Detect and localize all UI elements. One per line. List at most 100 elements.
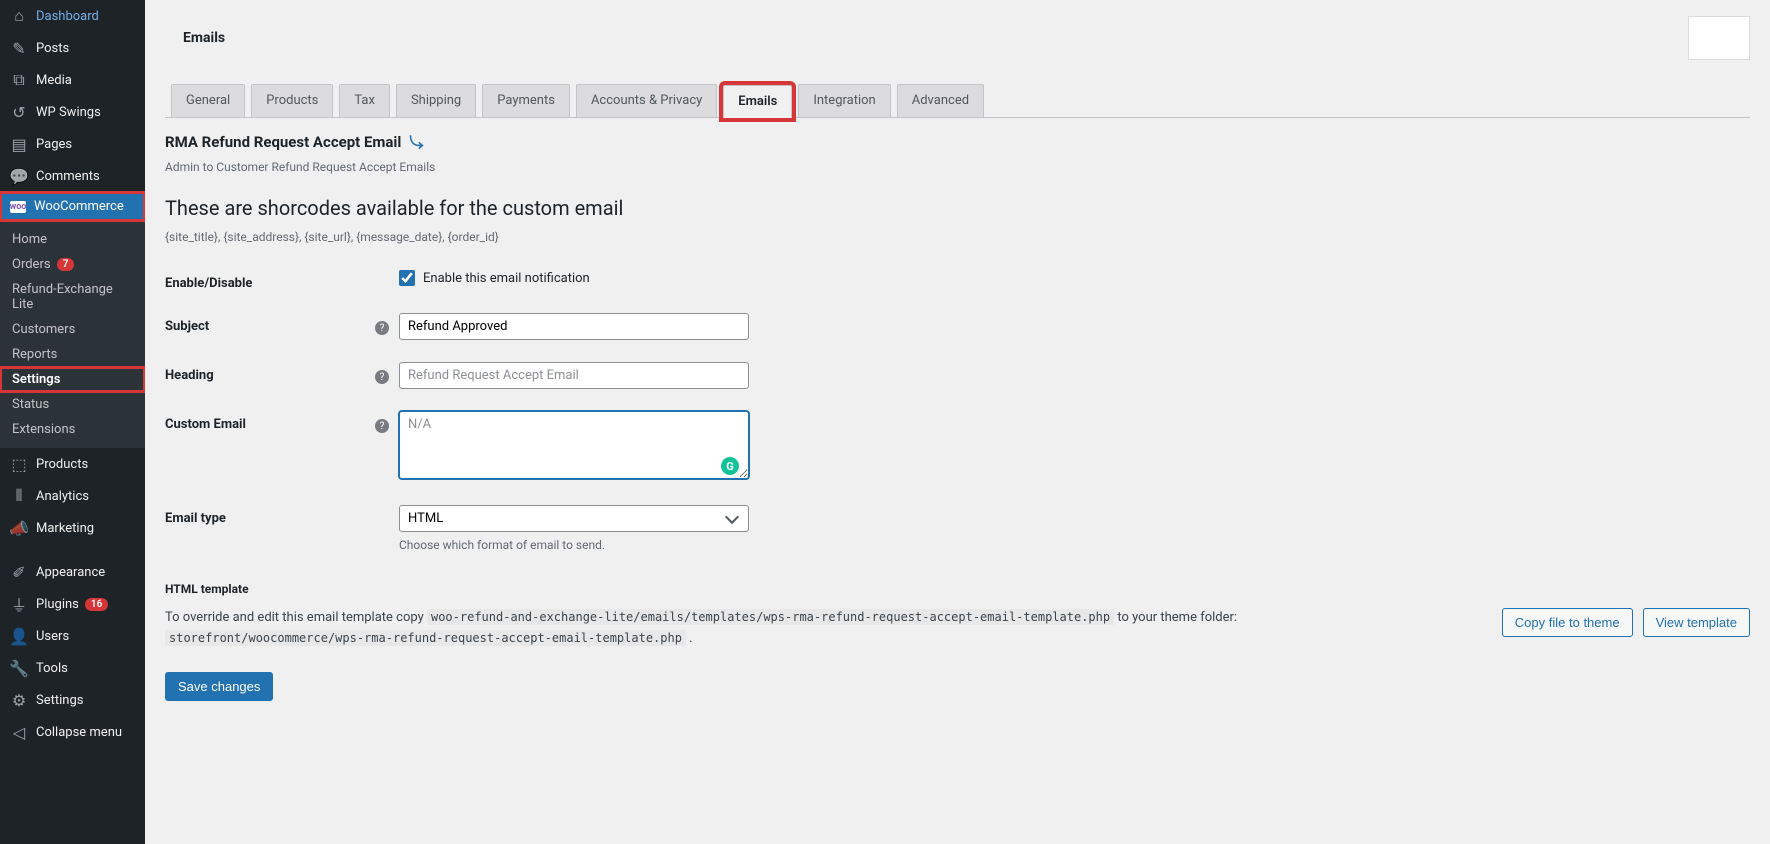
sidebar-sub-settings[interactable]: Settings: [0, 367, 145, 392]
tab-products[interactable]: Products: [251, 84, 333, 117]
sidebar-sub-extensions[interactable]: Extensions: [0, 417, 145, 442]
pages-icon: ▤: [10, 135, 28, 153]
grammarly-icon[interactable]: G: [721, 457, 739, 475]
sidebar-item-comments[interactable]: 💬 Comments: [0, 160, 145, 192]
users-icon: 👤: [10, 627, 28, 645]
plugins-badge: 16: [85, 598, 108, 611]
sidebar-item-label: Media: [36, 73, 72, 88]
dashboard-icon: ⌂: [10, 7, 28, 25]
sidebar-item-wpswings[interactable]: ↺ WP Swings: [0, 96, 145, 128]
sidebar-item-woocommerce[interactable]: wooWooCommerce: [0, 192, 145, 221]
enable-checkbox-label: Enable this email notification: [423, 271, 590, 286]
sidebar-item-label: Marketing: [36, 521, 94, 536]
appearance-icon: ✐: [10, 563, 28, 581]
sidebar-item-pages[interactable]: ▤ Pages: [0, 128, 145, 160]
sidebar-item-collapse[interactable]: ◁ Collapse menu: [0, 716, 145, 748]
products-icon: ⬚: [10, 455, 28, 473]
template-heading: HTML template: [165, 582, 1750, 596]
sidebar-item-analytics[interactable]: ⫴ Analytics: [0, 480, 145, 512]
tab-payments[interactable]: Payments: [482, 84, 570, 117]
sidebar-item-label: Collapse menu: [36, 725, 122, 740]
sidebar-sub-status[interactable]: Status: [0, 392, 145, 417]
sidebar-item-media[interactable]: ⧉ Media: [0, 64, 145, 96]
orders-badge: 7: [57, 258, 75, 271]
template-path-dest: storefront/woocommerce/wps-rma-refund-re…: [165, 630, 686, 646]
enable-checkbox[interactable]: [399, 270, 415, 286]
sidebar-sub-orders[interactable]: Orders7: [0, 252, 145, 277]
email-type-hint: Choose which format of email to send.: [399, 538, 749, 552]
template-path-source: woo-refund-and-exchange-lite/emails/temp…: [427, 609, 1114, 625]
admin-sidebar: ⌂ Dashboard ✎ Posts ⧉ Media ↺ WP Swings ▤ Pag…: [0, 0, 145, 844]
template-text: To override and edit this email template…: [165, 608, 1482, 650]
view-template-button[interactable]: View template: [1643, 608, 1750, 637]
tab-tax[interactable]: Tax: [339, 84, 390, 117]
settings-tabs: General Products Tax Shipping Payments A…: [165, 84, 1750, 118]
tab-emails[interactable]: Emails: [723, 85, 792, 118]
tab-advanced[interactable]: Advanced: [897, 84, 984, 117]
sidebar-item-label: WooCommerce: [34, 199, 124, 214]
sidebar-sub-refund[interactable]: Refund-Exchange Lite: [0, 277, 145, 317]
sidebar-item-label: Products: [36, 457, 88, 472]
tab-integration[interactable]: Integration: [798, 84, 890, 117]
tab-shipping[interactable]: Shipping: [396, 84, 476, 117]
sidebar-submenu: Home Orders7 Refund-Exchange Lite Custom…: [0, 221, 145, 448]
pin-icon: ✎: [10, 39, 28, 57]
section-title: RMA Refund Request Accept Email ⤴: [165, 132, 423, 152]
heading-label: Heading: [165, 362, 375, 383]
custom-email-textarea[interactable]: [399, 411, 749, 479]
sidebar-item-settings[interactable]: ⚙ Settings: [0, 684, 145, 716]
sidebar-item-label: Dashboard: [36, 9, 99, 24]
help-icon[interactable]: ?: [375, 370, 389, 384]
sidebar-item-label: Analytics: [36, 489, 89, 504]
help-icon[interactable]: ?: [375, 321, 389, 335]
custom-email-label: Custom Email: [165, 411, 375, 432]
sidebar-item-users[interactable]: 👤 Users: [0, 620, 145, 652]
sidebar-item-label: Comments: [36, 169, 100, 184]
help-icon[interactable]: ?: [375, 419, 389, 433]
sidebar-item-dashboard[interactable]: ⌂ Dashboard: [0, 0, 145, 32]
sidebar-item-plugins[interactable]: ⏚ Plugins 16: [0, 588, 145, 620]
sidebar-item-label: Settings: [36, 693, 83, 708]
subject-label: Subject: [165, 313, 375, 334]
save-button[interactable]: Save changes: [165, 672, 273, 701]
sidebar-sub-reports[interactable]: Reports: [0, 342, 145, 367]
sidebar-item-posts[interactable]: ✎ Posts: [0, 32, 145, 64]
marketing-icon: 📣: [10, 519, 28, 537]
comments-icon: 💬: [10, 167, 28, 185]
back-icon[interactable]: ⤴: [406, 135, 426, 149]
heading-input[interactable]: [399, 362, 749, 389]
shortcodes-list: {site_title}, {site_address}, {site_url}…: [165, 230, 1750, 244]
sidebar-sub-customers[interactable]: Customers: [0, 317, 145, 342]
sidebar-item-label: WP Swings: [36, 105, 101, 120]
copy-file-button[interactable]: Copy file to theme: [1502, 608, 1633, 637]
sidebar-item-products[interactable]: ⬚ Products: [0, 448, 145, 480]
analytics-icon: ⫴: [10, 487, 28, 505]
sidebar-item-label: Plugins: [36, 597, 79, 612]
plugins-icon: ⏚: [10, 595, 28, 613]
swings-icon: ↺: [10, 103, 28, 121]
sidebar-item-appearance[interactable]: ✐ Appearance: [0, 556, 145, 588]
media-icon: ⧉: [10, 71, 28, 89]
sidebar-item-label: Pages: [36, 137, 72, 152]
tab-general[interactable]: General: [171, 84, 245, 117]
settings-icon: ⚙: [10, 691, 28, 709]
section-subtitle: Admin to Customer Refund Request Accept …: [165, 160, 1750, 174]
sidebar-item-tools[interactable]: 🔧 Tools: [0, 652, 145, 684]
tools-icon: 🔧: [10, 659, 28, 677]
enable-label: Enable/Disable: [165, 270, 375, 291]
sidebar-item-label: Tools: [36, 661, 68, 676]
page-title: Emails: [183, 30, 225, 46]
subject-input[interactable]: [399, 313, 749, 340]
email-type-label: Email type: [165, 505, 375, 526]
sidebar-item-marketing[interactable]: 📣 Marketing: [0, 512, 145, 544]
top-right-box: [1688, 16, 1750, 60]
sidebar-sub-home[interactable]: Home: [0, 227, 145, 252]
email-type-select[interactable]: HTML: [399, 505, 749, 532]
shortcodes-heading: These are shorcodes available for the cu…: [165, 196, 1750, 220]
sidebar-item-label: Posts: [36, 41, 69, 56]
collapse-icon: ◁: [10, 723, 28, 741]
tab-accounts[interactable]: Accounts & Privacy: [576, 84, 717, 117]
sidebar-item-label: Users: [36, 629, 69, 644]
main-content: Emails General Products Tax Shipping Pay…: [145, 0, 1770, 844]
sidebar-item-label: Appearance: [36, 565, 105, 580]
